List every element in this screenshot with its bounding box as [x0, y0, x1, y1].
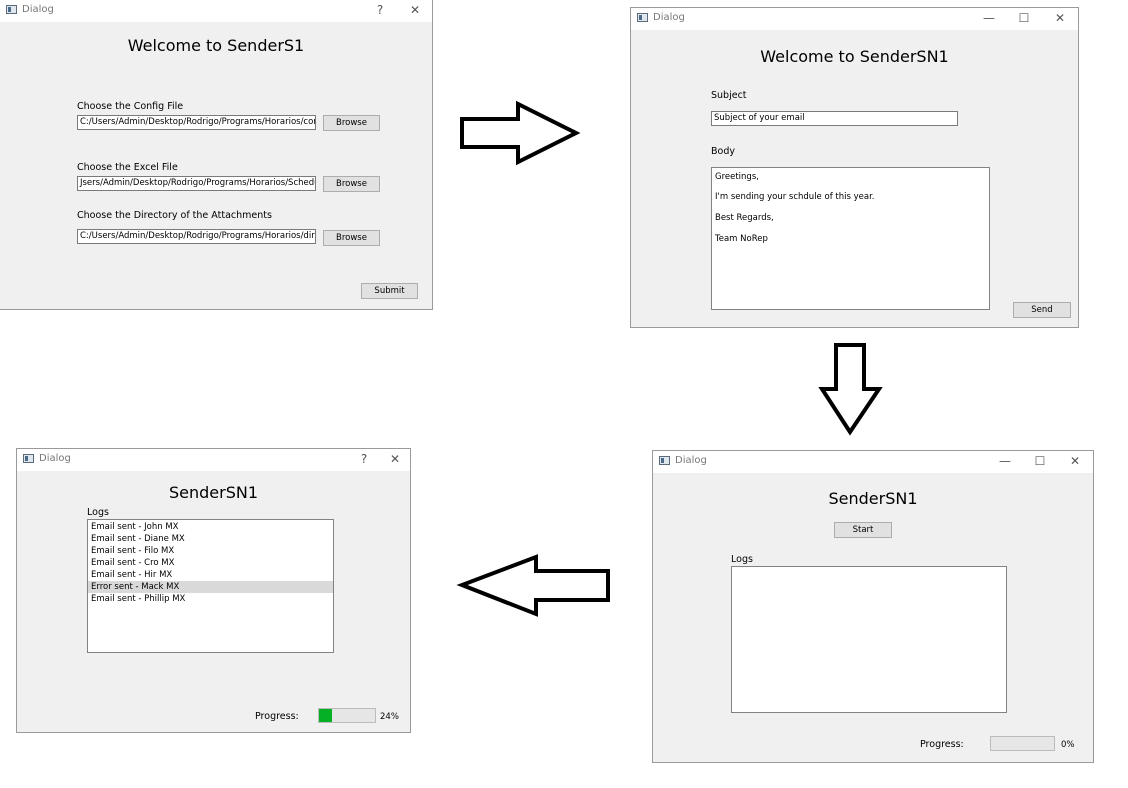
- title-bar[interactable]: Dialog ? ✕: [0, 0, 432, 22]
- window-title: Dialog: [39, 453, 71, 464]
- browse-dir-button[interactable]: Browse: [323, 230, 380, 246]
- dialog-app-icon: [23, 454, 34, 463]
- excel-file-label: Choose the Excel File: [77, 162, 178, 173]
- log-item-selected[interactable]: Error sent - Mack MX: [88, 581, 333, 593]
- page-title: SenderSN1: [828, 489, 918, 508]
- page-title: Welcome to SenderSN1: [760, 47, 949, 66]
- close-icon[interactable]: ✕: [1045, 9, 1075, 27]
- body-line: Greetings,: [715, 172, 759, 182]
- log-item[interactable]: Email sent - Phillip MX: [88, 593, 333, 605]
- start-dialog-window: Dialog — ☐ ✕ SenderSN1 Start Logs Progre…: [652, 450, 1094, 763]
- dialog-app-icon: [637, 13, 648, 22]
- logs-list[interactable]: Email sent - John MX Email sent - Diane …: [87, 519, 334, 653]
- page-title: SenderSN1: [168, 483, 259, 502]
- log-item[interactable]: Email sent - John MX: [88, 521, 333, 533]
- browse-excel-button[interactable]: Browse: [323, 176, 380, 192]
- log-item[interactable]: Email sent - Hir MX: [88, 569, 333, 581]
- config-dialog-window: Dialog ? ✕ Welcome to SenderS1 Choose th…: [0, 0, 433, 310]
- send-button[interactable]: Send: [1013, 302, 1071, 318]
- arrow-right-icon: [460, 100, 581, 166]
- log-item[interactable]: Email sent - Cro MX: [88, 557, 333, 569]
- logs-label: Logs: [87, 507, 109, 518]
- body-textarea[interactable]: Greetings, I'm sending your schdule of t…: [711, 167, 990, 310]
- title-bar[interactable]: Dialog — ☐ ✕: [631, 8, 1078, 30]
- progress-bar: [990, 736, 1055, 751]
- start-button[interactable]: Start: [834, 522, 892, 538]
- minimize-icon[interactable]: —: [974, 9, 1004, 27]
- email-dialog-window: Dialog — ☐ ✕ Welcome to SenderSN1 Subjec…: [630, 7, 1079, 328]
- config-file-label: Choose the Config File: [77, 101, 184, 112]
- dialog-app-icon: [6, 5, 17, 14]
- window-title: Dialog: [22, 4, 54, 15]
- subject-input[interactable]: Subject of your email: [711, 111, 958, 126]
- log-item[interactable]: Email sent - Diane MX: [88, 533, 333, 545]
- close-icon[interactable]: ✕: [400, 1, 430, 19]
- arrow-down-icon: [818, 343, 883, 436]
- close-icon[interactable]: ✕: [1060, 452, 1090, 470]
- page-title: Welcome to SenderS1: [127, 36, 305, 55]
- body-label: Body: [711, 146, 735, 157]
- subject-label: Subject: [711, 90, 747, 101]
- close-icon[interactable]: ✕: [380, 450, 410, 468]
- dialog-app-icon: [659, 456, 670, 465]
- maximize-icon[interactable]: ☐: [1009, 9, 1039, 27]
- window-title: Dialog: [653, 12, 685, 23]
- body-line: Best Regards,: [715, 213, 774, 223]
- help-icon[interactable]: ?: [349, 450, 379, 468]
- progress-percent: 0%: [1061, 740, 1075, 750]
- title-bar[interactable]: Dialog — ☐ ✕: [653, 451, 1093, 473]
- config-file-input[interactable]: C:/Users/Admin/Desktop/Rodrigo/Programs/…: [77, 115, 316, 130]
- title-bar[interactable]: Dialog ? ✕: [17, 449, 410, 471]
- browse-config-button[interactable]: Browse: [323, 115, 380, 131]
- logs-label: Logs: [731, 554, 753, 565]
- body-line: Team NoRep: [715, 234, 768, 244]
- attachments-dir-input[interactable]: C:/Users/Admin/Desktop/Rodrigo/Programs/…: [77, 229, 316, 244]
- log-item[interactable]: Email sent - Filo MX: [88, 545, 333, 557]
- body-line: I'm sending your schdule of this year.: [715, 192, 875, 202]
- progress-label: Progress:: [255, 711, 299, 722]
- logs-list[interactable]: [731, 566, 1007, 713]
- attachments-dir-label: Choose the Directory of the Attachments: [77, 210, 272, 221]
- submit-button[interactable]: Submit: [361, 283, 418, 299]
- maximize-icon[interactable]: ☐: [1025, 452, 1055, 470]
- excel-file-input[interactable]: Jsers/Admin/Desktop/Rodrigo/Programs/Hor…: [77, 176, 316, 191]
- logs-dialog-window: Dialog ? ✕ SenderSN1 Logs Email sent - J…: [16, 448, 411, 733]
- arrow-left-icon: [456, 554, 610, 617]
- minimize-icon[interactable]: —: [990, 452, 1020, 470]
- progress-percent: 24%: [380, 712, 399, 722]
- progress-label: Progress:: [920, 739, 964, 750]
- progress-bar: [318, 708, 376, 723]
- window-title: Dialog: [675, 455, 707, 466]
- help-icon[interactable]: ?: [365, 1, 395, 19]
- progress-fill: [319, 709, 333, 722]
